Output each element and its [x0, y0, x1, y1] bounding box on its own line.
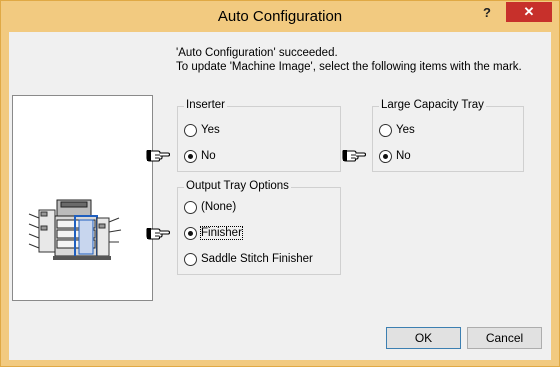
- cancel-button[interactable]: Cancel: [467, 327, 542, 349]
- radio-label[interactable]: (None): [201, 201, 236, 213]
- status-message-line-1: 'Auto Configuration' succeeded.: [176, 47, 338, 59]
- inserter-group-label: Inserter: [184, 99, 227, 111]
- radio-button-icon[interactable]: [184, 200, 197, 214]
- copier-machine-image: [28, 199, 122, 260]
- output-tray-options-group: Output Tray Options (None) Finisher Sadd…: [177, 180, 341, 275]
- large-capacity-tray-no-radio[interactable]: No: [379, 148, 411, 164]
- help-button[interactable]: ?: [474, 5, 500, 23]
- radio-button-icon[interactable]: [379, 123, 392, 137]
- radio-button-icon[interactable]: [184, 252, 197, 266]
- large-capacity-tray-group: Large Capacity Tray Yes No: [372, 99, 524, 172]
- close-button[interactable]: ✕: [506, 2, 552, 22]
- radio-label[interactable]: No: [396, 150, 411, 162]
- output-tray-finisher-radio[interactable]: Finisher: [184, 225, 243, 241]
- large-capacity-tray-group-label: Large Capacity Tray: [379, 99, 486, 111]
- radio-button-icon[interactable]: [184, 123, 197, 137]
- status-message: 'Auto Configuration' succeeded. To updat…: [176, 46, 522, 74]
- output-tray-none-radio[interactable]: (None): [184, 199, 236, 215]
- radio-label[interactable]: No: [201, 150, 216, 162]
- inserter-no-radio[interactable]: No: [184, 148, 216, 164]
- radio-label[interactable]: Yes: [201, 124, 220, 136]
- output-tray-options-group-label: Output Tray Options: [184, 180, 291, 192]
- title-bar[interactable]: Auto Configuration ? ✕: [1, 1, 559, 32]
- status-message-line-2: To update 'Machine Image', select the fo…: [176, 61, 522, 73]
- output-tray-saddle-stitch-finisher-radio[interactable]: Saddle Stitch Finisher: [184, 251, 313, 267]
- radio-button-selected-icon[interactable]: [379, 149, 392, 163]
- ok-button[interactable]: OK: [386, 327, 461, 349]
- radio-label[interactable]: Saddle Stitch Finisher: [201, 253, 313, 265]
- inserter-yes-radio[interactable]: Yes: [184, 122, 220, 138]
- large-capacity-tray-yes-radio[interactable]: Yes: [379, 122, 415, 138]
- radio-label[interactable]: Yes: [396, 124, 415, 136]
- pointing-hand-icon: [342, 150, 366, 162]
- pointing-hand-icon: [146, 150, 170, 162]
- inserter-group: Inserter Yes No: [177, 99, 341, 172]
- machine-image-panel: [12, 95, 153, 301]
- radio-label[interactable]: Finisher: [200, 226, 243, 240]
- dialog-body: 'Auto Configuration' succeeded. To updat…: [9, 32, 551, 360]
- radio-button-selected-icon[interactable]: [184, 149, 197, 163]
- pointing-hand-icon: [146, 228, 170, 240]
- dialog-window: Auto Configuration ? ✕ 'Auto Configurati…: [0, 0, 560, 367]
- radio-button-selected-icon[interactable]: [184, 226, 197, 240]
